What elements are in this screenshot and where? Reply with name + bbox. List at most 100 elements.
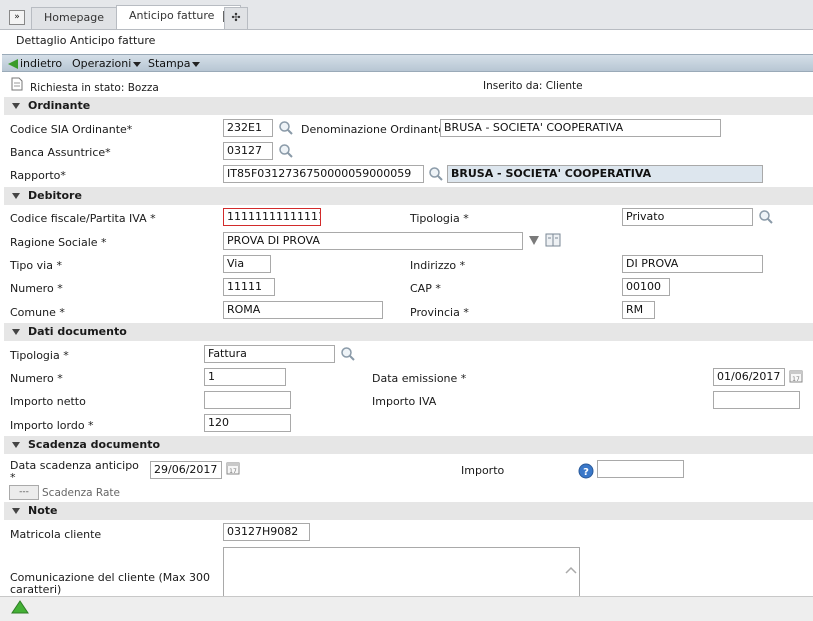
back-button[interactable]: indietro bbox=[8, 57, 62, 70]
documento-numero-field[interactable]: 1 bbox=[204, 368, 286, 386]
search-icon[interactable] bbox=[758, 209, 774, 225]
tab-anticipo-label: Anticipo fatture bbox=[129, 9, 215, 22]
importo-iva-field[interactable] bbox=[713, 391, 800, 409]
rapporto-field[interactable]: IT85F0312736750000059000059 bbox=[223, 165, 424, 183]
section-scadenza-title: Scadenza documento bbox=[28, 438, 161, 451]
banca-field[interactable]: 03127 bbox=[223, 142, 273, 160]
data-emissione-label: Data emissione * bbox=[372, 372, 467, 385]
address-book-icon[interactable] bbox=[545, 233, 562, 247]
denominazione-field[interactable]: BRUSA - SOCIETA' COOPERATIVA bbox=[440, 119, 721, 137]
tipo-via-field[interactable]: Via bbox=[223, 255, 271, 273]
importo-scadenza-field[interactable] bbox=[597, 460, 684, 478]
section-note-title: Note bbox=[28, 504, 58, 517]
section-documento-title: Dati documento bbox=[28, 325, 127, 338]
tipo-via-label: Tipo via * bbox=[10, 259, 62, 272]
cap-label: CAP * bbox=[410, 282, 441, 295]
codice-sia-field[interactable]: 232E1 bbox=[223, 119, 273, 137]
search-icon[interactable] bbox=[278, 120, 294, 136]
search-icon[interactable] bbox=[340, 346, 356, 362]
back-button-label: indietro bbox=[20, 57, 63, 70]
ragione-field[interactable]: PROVA DI PROVA bbox=[223, 232, 523, 250]
bottom-bar bbox=[0, 596, 813, 621]
importo-lordo-label: Importo lordo * bbox=[10, 419, 94, 432]
tab-anticipo-fatture[interactable]: Anticipo fatture × bbox=[116, 5, 242, 29]
info-icon[interactable]: ? bbox=[578, 463, 594, 479]
comunicazione-label: Comunicazione del cliente (Max 300 carat… bbox=[10, 571, 211, 596]
debitore-tipologia-field[interactable]: Privato bbox=[622, 208, 753, 226]
cf-label: Codice fiscale/Partita IVA * bbox=[10, 212, 156, 225]
chevron-down-icon bbox=[192, 61, 201, 67]
scroll-up-icon[interactable] bbox=[565, 566, 577, 574]
svg-text:17: 17 bbox=[792, 376, 800, 383]
matricola-label: Matricola cliente bbox=[10, 528, 102, 541]
importo-iva-label: Importo IVA bbox=[372, 395, 437, 408]
svg-text:?: ? bbox=[583, 467, 589, 478]
move-icon: ✣ bbox=[231, 11, 241, 24]
section-ordinante-title: Ordinante bbox=[28, 99, 91, 112]
comune-field[interactable]: ROMA bbox=[223, 301, 383, 319]
data-scadenza-label-star: * bbox=[10, 471, 16, 484]
section-dati-documento[interactable]: Dati documento bbox=[4, 323, 813, 341]
indirizzo-field[interactable]: DI PROVA bbox=[622, 255, 763, 273]
ragione-label: Ragione Sociale * bbox=[10, 236, 107, 249]
cf-field[interactable]: 1111111111111111 bbox=[223, 208, 321, 226]
cap-field[interactable]: 00100 bbox=[622, 278, 670, 296]
section-note[interactable]: Note bbox=[4, 502, 813, 520]
stampa-menu[interactable]: Stampa bbox=[148, 57, 201, 70]
documento-tipologia-field[interactable]: Fattura bbox=[204, 345, 335, 363]
data-scadenza-field[interactable]: 29/06/2017 bbox=[150, 461, 222, 479]
importo-netto-field[interactable] bbox=[204, 391, 291, 409]
scadenza-rate-label: Scadenza Rate bbox=[42, 487, 121, 499]
indirizzo-label: Indirizzo * bbox=[410, 259, 466, 272]
operazioni-label: Operazioni bbox=[72, 57, 132, 70]
back-arrow-icon bbox=[8, 59, 18, 69]
search-icon[interactable] bbox=[428, 166, 444, 182]
page-title: Dettaglio Anticipo fatture bbox=[16, 34, 156, 47]
section-ordinante[interactable]: Ordinante bbox=[4, 97, 813, 115]
debitore-tipologia-label: Tipologia * bbox=[410, 212, 469, 225]
importo-lordo-field[interactable]: 120 bbox=[204, 414, 291, 432]
denominazione-label: Denominazione Ordinante* bbox=[301, 123, 451, 136]
tab-homepage[interactable]: Homepage bbox=[31, 7, 117, 29]
collapse-triangle-icon bbox=[12, 329, 20, 335]
codice-sia-label: Codice SIA Ordinante* bbox=[10, 123, 133, 136]
section-scadenza-documento[interactable]: Scadenza documento bbox=[4, 436, 813, 454]
comune-label: Comune * bbox=[10, 306, 65, 319]
importo-scadenza-label: Importo bbox=[461, 464, 505, 477]
documento-numero-label: Numero * bbox=[10, 372, 63, 385]
stampa-label: Stampa bbox=[148, 57, 191, 70]
scroll-to-top-icon[interactable] bbox=[11, 600, 29, 614]
section-debitore-title: Debitore bbox=[28, 189, 82, 202]
rapporto-label: Rapporto* bbox=[10, 169, 66, 182]
operazioni-menu[interactable]: Operazioni bbox=[72, 57, 142, 70]
section-debitore[interactable]: Debitore bbox=[4, 187, 813, 205]
provincia-field[interactable]: RM bbox=[622, 301, 655, 319]
panel-toggle-button[interactable]: » bbox=[9, 10, 25, 25]
data-emissione-field[interactable]: 01/06/2017 bbox=[713, 368, 785, 386]
collapse-triangle-icon bbox=[12, 193, 20, 199]
inserted-by: Inserito da: Cliente bbox=[483, 80, 583, 92]
banca-label: Banca Assuntrice* bbox=[10, 146, 111, 159]
collapse-triangle-icon bbox=[12, 442, 20, 448]
matricola-field[interactable]: 03127H9082 bbox=[223, 523, 310, 541]
comunicazione-textarea[interactable] bbox=[223, 547, 580, 596]
calendar-icon[interactable]: 17 bbox=[789, 369, 803, 383]
document-icon bbox=[11, 77, 23, 91]
data-scadenza-label: Data scadenza anticipo bbox=[10, 459, 139, 472]
search-icon[interactable] bbox=[278, 143, 294, 159]
numero-civico-label: Numero * bbox=[10, 282, 63, 295]
importo-netto-label: Importo netto bbox=[10, 395, 86, 408]
dropdown-triangle-icon[interactable] bbox=[529, 236, 539, 245]
documento-tipologia-label: Tipologia * bbox=[10, 349, 69, 362]
svg-text:17: 17 bbox=[229, 468, 237, 475]
action-toolbar: indietro Operazioni Stampa bbox=[2, 54, 813, 72]
collapse-triangle-icon bbox=[12, 103, 20, 109]
rapporto-name-field: BRUSA - SOCIETA' COOPERATIVA bbox=[447, 165, 763, 183]
request-state: Richiesta in stato: Bozza bbox=[30, 82, 159, 94]
new-tab-button[interactable]: ✣ bbox=[224, 7, 248, 29]
scadenza-rate-button[interactable]: --- bbox=[9, 485, 39, 500]
collapse-triangle-icon bbox=[12, 508, 20, 514]
numero-civico-field[interactable]: 11111 bbox=[223, 278, 275, 296]
tab-bar: » Homepage Anticipo fatture × ✣ bbox=[0, 0, 813, 30]
calendar-icon[interactable]: 17 bbox=[226, 461, 240, 475]
